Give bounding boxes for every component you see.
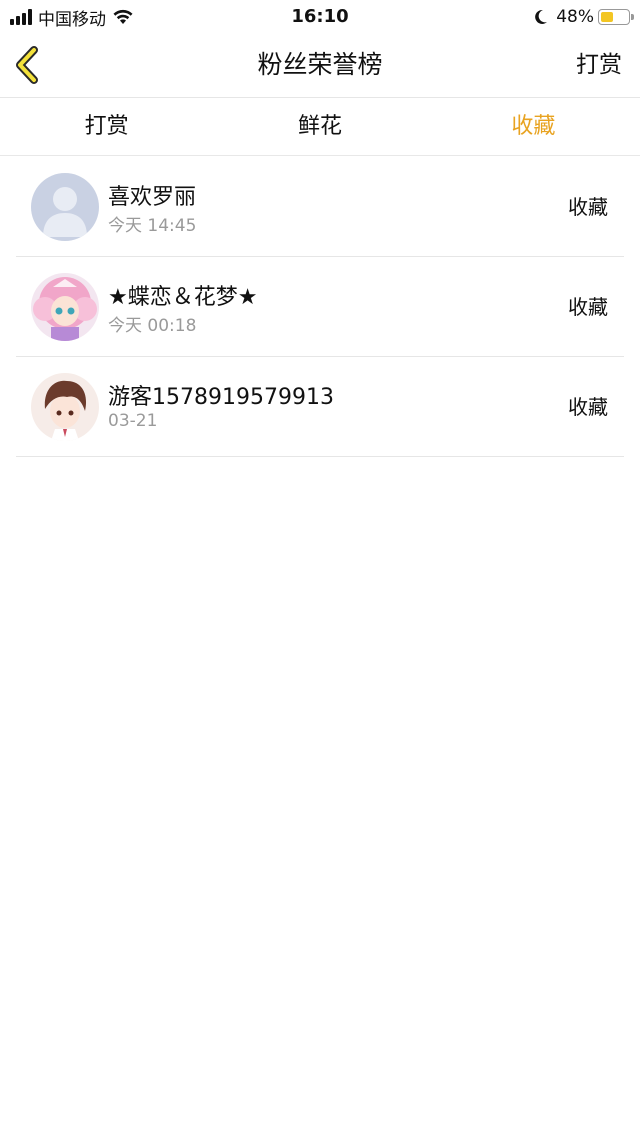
- item-action-label: 收藏: [568, 195, 608, 219]
- battery-level-fill: [601, 12, 613, 22]
- reward-button[interactable]: 打赏: [576, 34, 622, 96]
- status-bar: 中国移动 16:10 48%: [0, 0, 640, 34]
- tab-reward[interactable]: 打赏: [0, 98, 213, 155]
- page-title: 粉丝荣誉榜: [257, 50, 383, 79]
- nav-bar: 粉丝荣誉榜 打赏: [0, 34, 640, 98]
- avatar[interactable]: [31, 373, 99, 441]
- fan-list: 喜欢罗丽 今天 14:45 收藏 ★蝶恋＆花梦★ 今天 00:18 收藏 游客1…: [16, 157, 624, 457]
- tab-bar: 打赏 鲜花 收藏: [0, 98, 640, 156]
- anime-boy-avatar-icon: [31, 373, 99, 441]
- item-time: 今天 14:45: [108, 216, 197, 236]
- default-avatar-icon: [31, 173, 99, 241]
- anime-girl-avatar-icon: [31, 273, 99, 341]
- battery-cap: [631, 14, 634, 20]
- battery-icon: [598, 9, 634, 25]
- tab-flowers[interactable]: 鲜花: [213, 98, 426, 155]
- battery-percent: 48%: [556, 7, 594, 27]
- avatar[interactable]: [31, 273, 99, 341]
- item-action-label: 收藏: [568, 295, 608, 319]
- item-action-label: 收藏: [568, 395, 608, 419]
- status-right: 48%: [534, 5, 634, 29]
- moon-icon: [535, 9, 548, 24]
- list-item[interactable]: 喜欢罗丽 今天 14:45 收藏: [16, 157, 624, 257]
- user-name: ★蝶恋＆花梦★: [108, 285, 258, 310]
- tab-favorites[interactable]: 收藏: [427, 98, 640, 155]
- item-time: 03-21: [108, 411, 158, 431]
- list-item[interactable]: ★蝶恋＆花梦★ 今天 00:18 收藏: [16, 257, 624, 357]
- user-name: 喜欢罗丽: [108, 185, 197, 210]
- avatar[interactable]: [31, 173, 99, 241]
- list-item[interactable]: 游客1578919579913 03-21 收藏: [16, 357, 624, 457]
- item-time: 今天 00:18: [108, 316, 197, 336]
- user-name: 游客1578919579913: [108, 385, 334, 410]
